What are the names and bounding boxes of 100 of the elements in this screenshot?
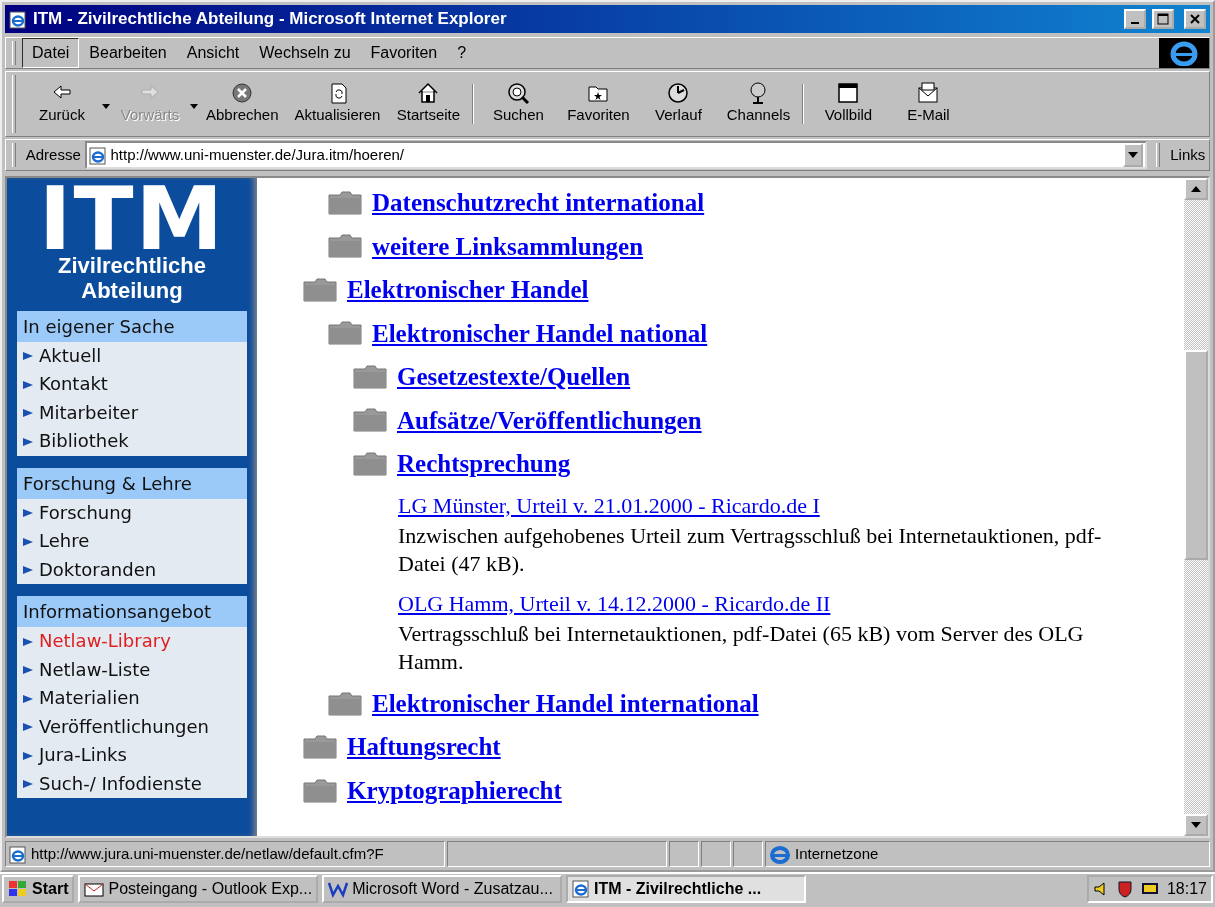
folder-link[interactable]: Aufsätze/Veröffentlichungen xyxy=(397,401,702,439)
sidebar-link[interactable]: Such-/ Infodienste xyxy=(17,769,247,799)
sidebar-link[interactable]: Mitarbeiter xyxy=(17,398,247,428)
sidebar-link[interactable]: Netlaw-Library xyxy=(17,627,247,656)
document-description: Vertragsschluß bei Internetauktionen, pdf-Datei (65 kB) vom Server des OLG Hamm. xyxy=(398,619,1085,677)
triangle-bullet-icon xyxy=(23,636,33,647)
folder-link[interactable]: Elektronischer Handel national xyxy=(372,314,708,352)
folder-icon xyxy=(303,778,337,803)
sidebar-link[interactable]: Bibliothek xyxy=(17,427,247,456)
stop-icon xyxy=(231,81,254,104)
status-pane xyxy=(669,841,699,867)
triangle-bullet-icon xyxy=(23,779,33,789)
sidebar-link[interactable]: Doktoranden xyxy=(17,555,247,585)
folder-link[interactable]: Rechtsprechung xyxy=(397,445,571,483)
folder-link[interactable]: Gesetzestexte/Quellen xyxy=(397,358,631,396)
toolbar-button[interactable]: Zurück xyxy=(22,77,102,131)
sidebar-link[interactable]: Aktuell xyxy=(17,341,247,371)
browser-icon xyxy=(769,844,791,865)
monitor-icon[interactable] xyxy=(1140,881,1159,897)
triangle-bullet-icon xyxy=(23,351,33,361)
folder-link[interactable]: weitere Linksammlungen xyxy=(372,227,644,265)
triangle-bullet-icon xyxy=(23,722,33,732)
status-pane xyxy=(701,841,731,867)
menu-item[interactable]: Favoriten xyxy=(360,38,448,68)
section-heading: Informationsangebot xyxy=(17,596,247,628)
document-link[interactable]: LG Münster, Urteil v. 21.01.2000 - Ricardo.de I xyxy=(398,492,820,518)
toolbar-button[interactable]: E-Mail xyxy=(888,77,969,131)
scrollbar-thumb[interactable] xyxy=(1184,350,1208,560)
triangle-bullet-icon xyxy=(23,565,33,575)
taskbar-button[interactable]: Posteingang - Outlook Exp... xyxy=(78,875,319,903)
folder-icon xyxy=(353,408,387,433)
folder-icon xyxy=(303,277,337,302)
toolbar-button[interactable]: Suchen xyxy=(478,77,559,131)
triangle-bullet-icon xyxy=(23,508,33,518)
folder-icon xyxy=(303,735,337,760)
scroll-down-button[interactable] xyxy=(1184,814,1208,836)
sidebar-link[interactable]: Lehre xyxy=(17,527,247,556)
document-link[interactable]: OLG Hamm, Urteil v. 14.12.2000 - Ricardo.de II xyxy=(398,590,831,616)
clock: 18:17 xyxy=(1166,879,1207,899)
folder-icon xyxy=(328,234,362,259)
folder-link[interactable]: Haftungsrecht xyxy=(347,728,501,766)
folder-icon xyxy=(353,451,387,476)
sidebar-link[interactable]: Kontakt xyxy=(17,370,247,399)
clock-icon xyxy=(667,81,690,104)
triangle-bullet-icon xyxy=(23,436,33,447)
triangle-bullet-icon xyxy=(23,379,33,390)
toolbar-button[interactable]: Favoriten xyxy=(558,77,639,131)
toolbar-button[interactable]: Startseite xyxy=(388,77,469,131)
address-label: Adresse xyxy=(25,144,81,165)
menu-item[interactable]: ? xyxy=(447,38,477,68)
toolbar-button[interactable]: Aktualisieren xyxy=(286,77,389,131)
flag-icon xyxy=(8,880,28,898)
folder-icon xyxy=(328,321,362,346)
address-field[interactable]: http://www.uni-muenster.de/Jura.itm/hoeren/ xyxy=(84,141,1147,169)
toolbar-button[interactable]: Vollbild xyxy=(808,77,889,131)
page-icon xyxy=(9,845,27,864)
envelope-icon xyxy=(84,880,105,898)
triangle-bullet-icon xyxy=(23,693,33,704)
browser-logo-icon xyxy=(1159,38,1209,68)
scroll-up-button[interactable] xyxy=(1184,178,1208,200)
dropdown-button[interactable] xyxy=(1122,143,1143,167)
window-icon xyxy=(9,10,27,29)
menu-item[interactable]: Wechseln zu xyxy=(249,38,361,68)
taskbar-button[interactable]: Microsoft Word - Zusatzau... xyxy=(322,875,563,903)
triangle-bullet-icon xyxy=(23,665,33,675)
minimize-button[interactable] xyxy=(1124,9,1147,29)
sidebar-link[interactable]: Veröffentlichungen xyxy=(17,712,247,742)
sidebar-link[interactable]: Netlaw-Liste xyxy=(17,655,247,685)
down-arrow-icon xyxy=(1191,822,1201,828)
menu-item[interactable]: Ansicht xyxy=(176,38,250,68)
toolbar-button[interactable]: Channels xyxy=(718,77,799,131)
site-subtitle: Zivilrechtliche Abteilung xyxy=(57,254,207,303)
home-icon xyxy=(417,81,440,104)
menu-item[interactable]: Bearbeiten xyxy=(79,38,177,68)
sidebar-link[interactable]: Materialien xyxy=(17,684,247,713)
toolbar-button[interactable]: Verlauf xyxy=(638,77,719,131)
start-button[interactable]: Start xyxy=(2,875,75,903)
minimize-icon xyxy=(1131,22,1140,24)
shield-icon[interactable] xyxy=(1116,880,1133,898)
toolbar-button[interactable]: Abbrechen xyxy=(198,77,287,131)
folder-link[interactable]: Datenschutzrecht international xyxy=(372,184,705,222)
menu-item[interactable]: Datei xyxy=(22,38,80,68)
sidebar-link[interactable]: Forschung xyxy=(17,498,247,528)
dropdown-arrow-icon[interactable] xyxy=(102,103,110,109)
triangle-bullet-icon xyxy=(23,536,33,547)
folder-icon xyxy=(328,691,362,716)
taskbar-button[interactable]: ITM - Zivilrechtliche ... xyxy=(565,875,806,903)
triangle-bullet-icon xyxy=(23,750,33,761)
close-button[interactable] xyxy=(1184,9,1206,29)
document-description: Inzwischen aufgehobenes Urteil zum Vertragsschluß bei Internetauktionen, pdf-Datei (47 kB). xyxy=(398,521,1103,579)
letter-w-icon xyxy=(328,880,349,898)
folder-link[interactable]: Elektronischer Handel international xyxy=(372,684,759,723)
sidebar-link[interactable]: Jura-Links xyxy=(17,741,247,770)
close-icon xyxy=(1190,14,1200,24)
maximize-button[interactable] xyxy=(1152,9,1175,29)
folder-link[interactable]: Kryptographierecht xyxy=(347,771,562,810)
links-button[interactable]: Links xyxy=(1170,143,1209,167)
folder-link[interactable]: Elektronischer Handel xyxy=(347,271,589,309)
status-pane xyxy=(733,841,763,867)
envelope-icon xyxy=(917,81,940,104)
